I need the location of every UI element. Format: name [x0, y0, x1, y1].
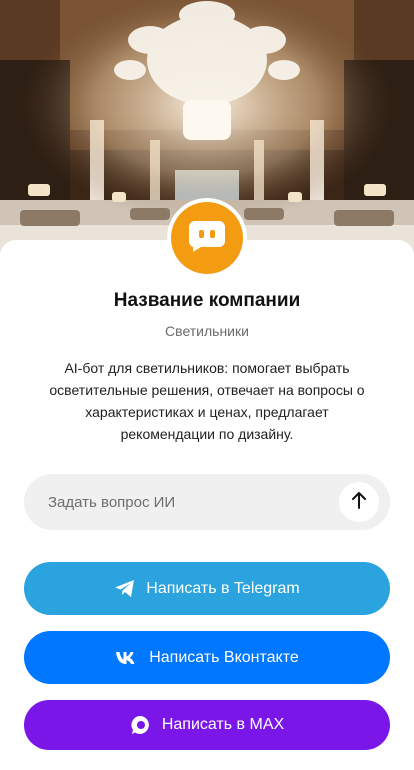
max-icon	[130, 714, 152, 736]
avatar	[171, 202, 243, 274]
arrow-up-icon	[351, 491, 367, 514]
vk-icon	[115, 651, 139, 665]
telegram-button-label: Написать в Telegram	[146, 579, 300, 597]
chat-bot-icon	[187, 219, 227, 258]
ask-ai-input[interactable]	[24, 474, 324, 530]
max-button-label: Написать в MAX	[161, 716, 285, 733]
telegram-button[interactable]: Написать в Telegram	[24, 562, 390, 615]
company-name: Название компании	[113, 290, 301, 311]
ask-ai-box	[24, 474, 390, 530]
vk-button[interactable]: Написать Вконтакте	[24, 631, 390, 684]
company-category: Светильники	[165, 323, 249, 339]
max-button[interactable]: Написать в MAX	[24, 700, 390, 750]
company-description: AI-бот для светильников: помогает выбрат…	[49, 360, 365, 442]
vk-button-label: Написать Вконтакте	[149, 648, 299, 666]
telegram-icon	[114, 579, 136, 598]
send-button[interactable]	[339, 482, 379, 522]
